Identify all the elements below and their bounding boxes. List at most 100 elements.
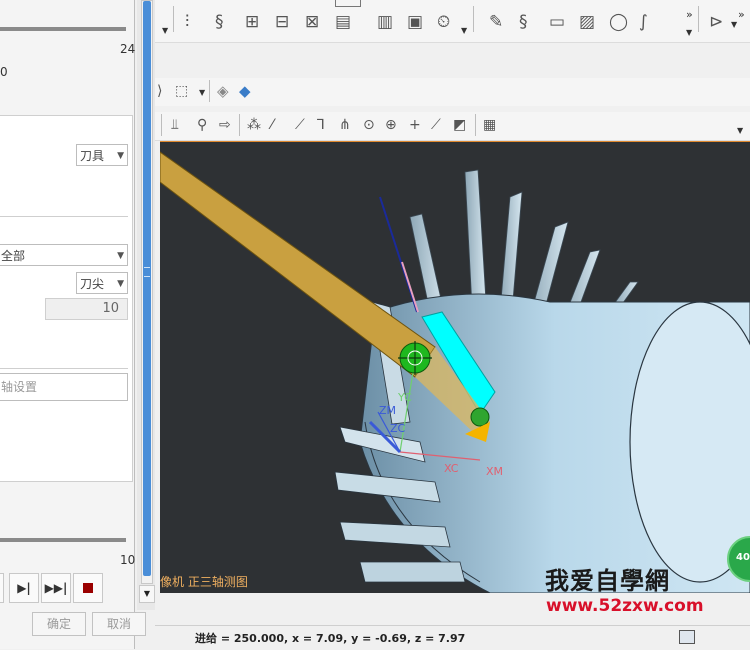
graphics-viewport[interactable]: ZM YC ZC XC XM 40 像机 正三轴测图 [160, 141, 750, 593]
divider [209, 80, 210, 102]
chevron-down-icon: ▼ [737, 126, 744, 135]
vertical-scrollbar[interactable] [141, 0, 153, 584]
stock-icon[interactable]: ▨ [579, 12, 595, 32]
transform-icon[interactable]: § [519, 12, 528, 32]
tool-path-icon[interactable]: ⫶ [185, 12, 189, 32]
axis-label-xc: XC [444, 462, 459, 475]
display-select[interactable]: 全部 ▼ [0, 244, 128, 266]
timer-icon[interactable]: ⏲ [437, 12, 450, 32]
ok-button[interactable]: 确定 [32, 612, 86, 636]
chevron-down-icon: ▼ [686, 28, 693, 37]
settings-group: 刀具 ▼ 全部 ▼ 刀尖 ▼ 10 轴设置 [0, 115, 133, 482]
circle-icon[interactable]: ◯ [609, 12, 628, 32]
snap-all-icon[interactable]: ⁂ [247, 115, 261, 135]
fast-forward-icon: ▶▶| [44, 581, 68, 595]
more-icon[interactable]: » [738, 8, 745, 21]
operation-dialog: 24 0 刀具 ▼ 全部 ▼ 刀尖 ▼ 10 轴设置 10 ▶| ▶▶| 确定 … [0, 0, 146, 649]
axis-label-zm: ZM [379, 404, 397, 417]
cancel-button[interactable]: 取消 [92, 612, 146, 636]
shop-doc-icon[interactable]: ⊠ [305, 12, 319, 32]
chevron-down-icon: ▼ [731, 20, 738, 29]
intersection-icon[interactable]: ⋔ [339, 115, 351, 135]
chevron-down-icon: ▼ [162, 26, 169, 35]
divider [473, 6, 474, 32]
tab-marker [335, 0, 361, 7]
filter-icon[interactable]: ⚲ [197, 115, 207, 135]
machine-icon[interactable]: ⊳ [709, 12, 723, 32]
chevron-down-icon: ▼ [117, 279, 124, 289]
frame-slider[interactable] [0, 538, 126, 542]
tool-tip-select[interactable]: 刀尖 ▼ [76, 272, 128, 294]
program-icon[interactable]: ▥ [377, 12, 393, 32]
grid-icon[interactable]: ▦ [483, 115, 496, 135]
axis-label-zc: ZC [390, 422, 406, 435]
chevron-down-icon: ▼ [117, 151, 124, 161]
stop-icon [83, 583, 93, 593]
chevron-down-icon: ▼ [461, 26, 468, 35]
count-input[interactable]: 10 [45, 298, 128, 320]
divider [239, 114, 240, 136]
divider [161, 114, 162, 136]
edit-path-icon[interactable]: ✎ [489, 12, 503, 32]
shaded-view-icon[interactable]: ◈ [217, 81, 229, 101]
midpoint-icon[interactable]: ⟋ [295, 115, 305, 135]
point-on-face-icon[interactable]: ◩ [453, 115, 466, 135]
path-curve-icon[interactable]: § [215, 12, 224, 32]
operation-icon[interactable]: ▤ [335, 12, 351, 32]
step-forward-icon: ▶| [17, 581, 31, 595]
frame-slider-max: 10 [120, 553, 136, 567]
settings-field[interactable]: 轴设置 [0, 373, 128, 401]
postprocess-icon[interactable]: ⊟ [275, 12, 289, 32]
status-message: 进给 = 250.000, x = 7.09, y = -0.69, z = 7… [195, 632, 466, 645]
endpoint-icon[interactable]: ⁄ [271, 115, 273, 135]
speed-slider-max: 24 [120, 42, 136, 56]
scroll-down-button[interactable]: ▼ [139, 585, 155, 603]
axis-label-yc: YC [398, 391, 412, 404]
chevron-down-icon: ▼ [199, 88, 206, 97]
scrollbar-thumb[interactable] [143, 1, 151, 576]
divider [0, 368, 128, 369]
control-point-icon[interactable]: ⅂ [317, 115, 325, 135]
snap-toolbar: ⫫ ⚲ ⇨ ⁂ ⁄ ⟋ ⅂ ⋔ ⊙ ⊕ + ⟋ ◩ ▦ ▼ [155, 112, 750, 141]
speed-slider[interactable] [0, 27, 126, 31]
step-forward-button[interactable]: ▶| [9, 573, 39, 603]
box-select-icon[interactable]: ⬚ [175, 81, 188, 101]
more-icon[interactable]: » [686, 8, 693, 21]
existing-point-icon[interactable]: + [409, 115, 421, 135]
chevron-down-icon: ▼ [117, 251, 124, 261]
grip-icon [144, 267, 150, 277]
play-back-button[interactable] [0, 573, 4, 603]
target-marker [470, 407, 490, 427]
divider [173, 6, 174, 32]
value-label: 0 [0, 65, 8, 79]
view-label: 像机 正三轴测图 [160, 575, 248, 589]
view-toolbar: ⟩ ⬚ ▼ ◈ ◆ [155, 78, 750, 106]
arrow-right-icon[interactable]: ⇨ [219, 115, 231, 135]
watermark-logo: 我爱自學網 [545, 567, 670, 595]
fast-forward-button[interactable]: ▶▶| [41, 573, 71, 603]
tool-holder [160, 151, 436, 378]
blank-icon[interactable]: ▭ [549, 12, 565, 32]
arc-center-icon[interactable]: ⊙ [363, 115, 375, 135]
cube-view-icon[interactable]: ◆ [239, 81, 251, 101]
curve-icon[interactable]: ∫ [639, 12, 648, 32]
parallel-icon[interactable]: ⫫ [171, 115, 179, 135]
axis-label-xm: XM [486, 465, 504, 478]
tool-tip-select-value: 刀尖 [80, 277, 105, 291]
document-icon[interactable]: ▣ [407, 12, 423, 32]
watermark-url: www.52zxw.com [546, 596, 704, 616]
tool-select-value: 刀具 [80, 149, 105, 163]
point-on-curve-icon[interactable]: ⟋ [431, 115, 441, 135]
display-select-value: 全部 [1, 249, 26, 263]
status-bar: 进给 = 250.000, x = 7.09, y = -0.69, z = 7… [155, 625, 750, 650]
divider [698, 6, 699, 32]
fit-view-icon[interactable] [679, 630, 695, 644]
divider [475, 114, 476, 136]
divider [0, 216, 128, 217]
selection-icon[interactable]: ⟩ [157, 81, 162, 101]
stop-button[interactable] [73, 573, 103, 603]
quadrant-icon[interactable]: ⊕ [385, 115, 397, 135]
tool-select[interactable]: 刀具 ▼ [76, 144, 128, 166]
verify-icon[interactable]: ⊞ [245, 12, 259, 32]
model-scene [160, 151, 750, 593]
